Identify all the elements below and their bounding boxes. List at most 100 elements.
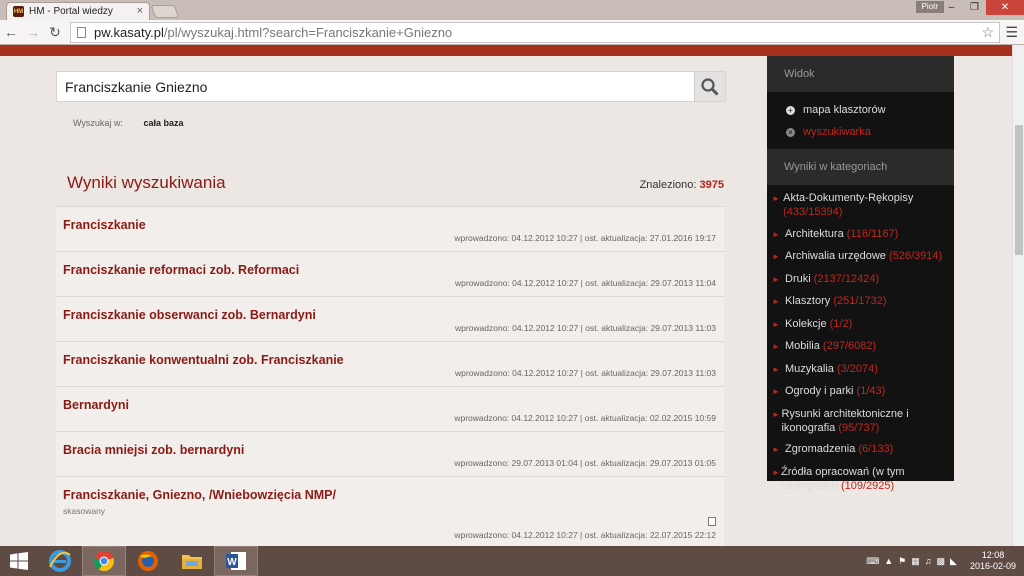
results-count-value: 3975: [699, 179, 724, 191]
clock-time: 12:08: [981, 550, 1005, 560]
new-tab-button[interactable]: [150, 5, 180, 18]
category-name: Architektura: [785, 227, 844, 240]
category-item[interactable]: ► Klasztory (251/1732): [767, 294, 954, 309]
browser-menu-icon[interactable]: ☰: [1005, 24, 1018, 41]
result-meta: wprowadzono: 04.12.2012 10:27 | ost. akt…: [454, 413, 716, 423]
category-name: Muzykalia: [785, 362, 834, 375]
category-item[interactable]: ► Ogrody i parki (1/43): [767, 384, 954, 399]
taskbar-word[interactable]: W: [214, 546, 258, 576]
site-header-band: [0, 45, 1024, 56]
view-item-label: mapa klasztorów: [803, 104, 886, 116]
category-item[interactable]: ► Mobilia (297/6082): [767, 339, 954, 354]
document-icon[interactable]: [708, 517, 716, 526]
view-item-search[interactable]: × wyszukiwarka: [786, 121, 954, 143]
category-name: Mobilia: [785, 340, 820, 352]
taskbar-ie[interactable]: [38, 546, 82, 576]
minimize-icon[interactable]: –: [940, 0, 963, 15]
reload-icon[interactable]: ↻: [44, 24, 66, 41]
chevron-right-icon: ►: [772, 319, 780, 329]
results-count-label: Znaleziono:: [639, 179, 697, 191]
maximize-icon[interactable]: ❐: [963, 0, 986, 15]
action-center-flag-icon[interactable]: ⚑: [898, 556, 906, 567]
category-item[interactable]: ► Akta-Dokumenty-Rękopisy (433/15394): [767, 191, 954, 219]
view-item-label: wyszukiwarka: [803, 126, 871, 138]
category-item[interactable]: ► Architektura (116/1167): [767, 227, 954, 242]
window-close-icon[interactable]: ✕: [986, 0, 1024, 15]
search-scope: Wyszukaj w: cała baza: [73, 118, 183, 128]
tab-title: HM - Portal wiedzy: [29, 6, 113, 17]
category-item[interactable]: ► Druki (2137/12424): [767, 272, 954, 287]
chevron-right-icon: ►: [772, 252, 780, 261]
keyboard-icon[interactable]: ⌨: [866, 556, 879, 567]
categories-heading: Wyniki w kategoriach: [767, 149, 954, 185]
clock-date: 2016-02-09: [969, 561, 1016, 571]
category-name: Archiwalia urzędowe: [785, 250, 886, 262]
chevron-right-icon: ►: [772, 387, 780, 396]
tab-close-icon[interactable]: ×: [137, 5, 143, 17]
view-item-map[interactable]: + mapa klasztorów: [786, 99, 954, 121]
category-count: (116/1167): [846, 227, 899, 240]
category-count: (297/6082): [822, 340, 877, 352]
forward-icon[interactable]: →: [22, 24, 44, 40]
result-title-link[interactable]: Franciszkanie reformaci zob. Reformaci: [63, 263, 299, 277]
signal-icon[interactable]: ▩: [937, 556, 946, 567]
volume-icon[interactable]: ♫: [925, 556, 932, 566]
result-item: Franciszkanie wprowadzono: 04.12.2012 10…: [56, 206, 724, 251]
result-title-link[interactable]: Franciszkanie, Gniezno, /Wniebowzięcia N…: [63, 488, 336, 502]
view-heading: Widok: [767, 56, 954, 92]
category-item[interactable]: ► Rysunki architektoniczne i ikonografia …: [767, 407, 954, 435]
taskbar-firefox[interactable]: [126, 546, 170, 576]
category-count: (2137/12424): [813, 272, 880, 285]
plus-circle-icon: +: [786, 105, 795, 115]
result-title-link[interactable]: Franciszkanie konwentualni zob. Francisz…: [63, 353, 344, 367]
search-scope-value[interactable]: cała baza: [143, 118, 183, 128]
result-item: Bernardyni wprowadzono: 04.12.2012 10:27…: [56, 386, 724, 431]
taskbar-explorer[interactable]: [170, 546, 214, 576]
sidebar: Widok + mapa klasztorów × wyszukiwarka W…: [767, 56, 954, 492]
search-icon: [701, 77, 719, 96]
folder-icon: [182, 555, 202, 569]
result-meta: wprowadzono: 04.12.2012 10:27 | ost. akt…: [454, 233, 716, 243]
show-hidden-icons-icon[interactable]: ▲: [884, 556, 893, 566]
firefox-icon: [138, 551, 158, 571]
category-item[interactable]: ► Zgromadzenia (6/133): [767, 442, 954, 457]
word-icon: W: [226, 552, 246, 570]
result-item: Bracia mniejsi zob. bernardyni wprowadzo…: [56, 431, 724, 476]
category-count: (526/3914): [888, 250, 943, 262]
result-title-link[interactable]: Franciszkanie: [63, 218, 146, 232]
scrollbar-thumb[interactable]: [1015, 125, 1023, 255]
category-item[interactable]: ► Archiwalia urzędowe (526/3914): [767, 249, 954, 264]
category-name: Druki: [785, 272, 811, 285]
close-circle-icon: ×: [786, 127, 795, 137]
search-button[interactable]: [694, 72, 725, 101]
clock[interactable]: 12:08 2016-02-09: [970, 550, 1016, 572]
category-count: (109/2925): [840, 479, 895, 492]
internet-explorer-icon: [49, 550, 71, 572]
category-count: (433/15394): [783, 206, 843, 218]
category-item[interactable]: ► Muzykalia (3/2074): [767, 362, 954, 377]
address-bar[interactable]: pw.kasaty.pl /pl/wyszukaj.html?search=Fr…: [70, 22, 1000, 43]
result-status: skasowany: [63, 506, 106, 516]
browser-toolbar: ← → ↻ pw.kasaty.pl /pl/wyszukaj.html?sea…: [0, 20, 1024, 45]
start-button[interactable]: [0, 546, 38, 576]
category-count: (1/2): [829, 317, 853, 330]
site-favicon-icon: HM: [13, 6, 24, 17]
back-icon[interactable]: ←: [0, 24, 22, 40]
result-title-link[interactable]: Bracia mniejsi zob. bernardyni: [63, 443, 244, 457]
page-content: Wyszukaj w: cała baza Wyniki wyszukiwani…: [0, 45, 1024, 546]
result-title-link[interactable]: Franciszkanie obserwanci zob. Bernardyni: [63, 308, 316, 322]
page-scrollbar[interactable]: [1012, 45, 1024, 546]
browser-tab[interactable]: HM HM - Portal wiedzy ×: [6, 2, 150, 20]
bookmark-star-icon[interactable]: ☆: [981, 24, 994, 41]
category-item[interactable]: ► Źródła opracowań (w tym bibliografia) (…: [767, 465, 954, 493]
search-input[interactable]: [57, 78, 677, 95]
result-meta: wprowadzono: 04.12.2012 10:27 | ost. akt…: [454, 368, 716, 378]
categories-list: ► Akta-Dokumenty-Rękopisy (433/15394) ► Ar…: [767, 185, 954, 493]
language-icon[interactable]: ◣: [950, 556, 957, 567]
category-item[interactable]: ► Kolekcje (1/2): [767, 317, 954, 332]
chevron-right-icon: ►: [772, 229, 780, 239]
network-icon[interactable]: ▦: [911, 556, 920, 567]
result-title-link[interactable]: Bernardyni: [63, 398, 129, 412]
taskbar-chrome[interactable]: [82, 546, 126, 576]
category-name: Ogrody i parki: [785, 385, 854, 397]
